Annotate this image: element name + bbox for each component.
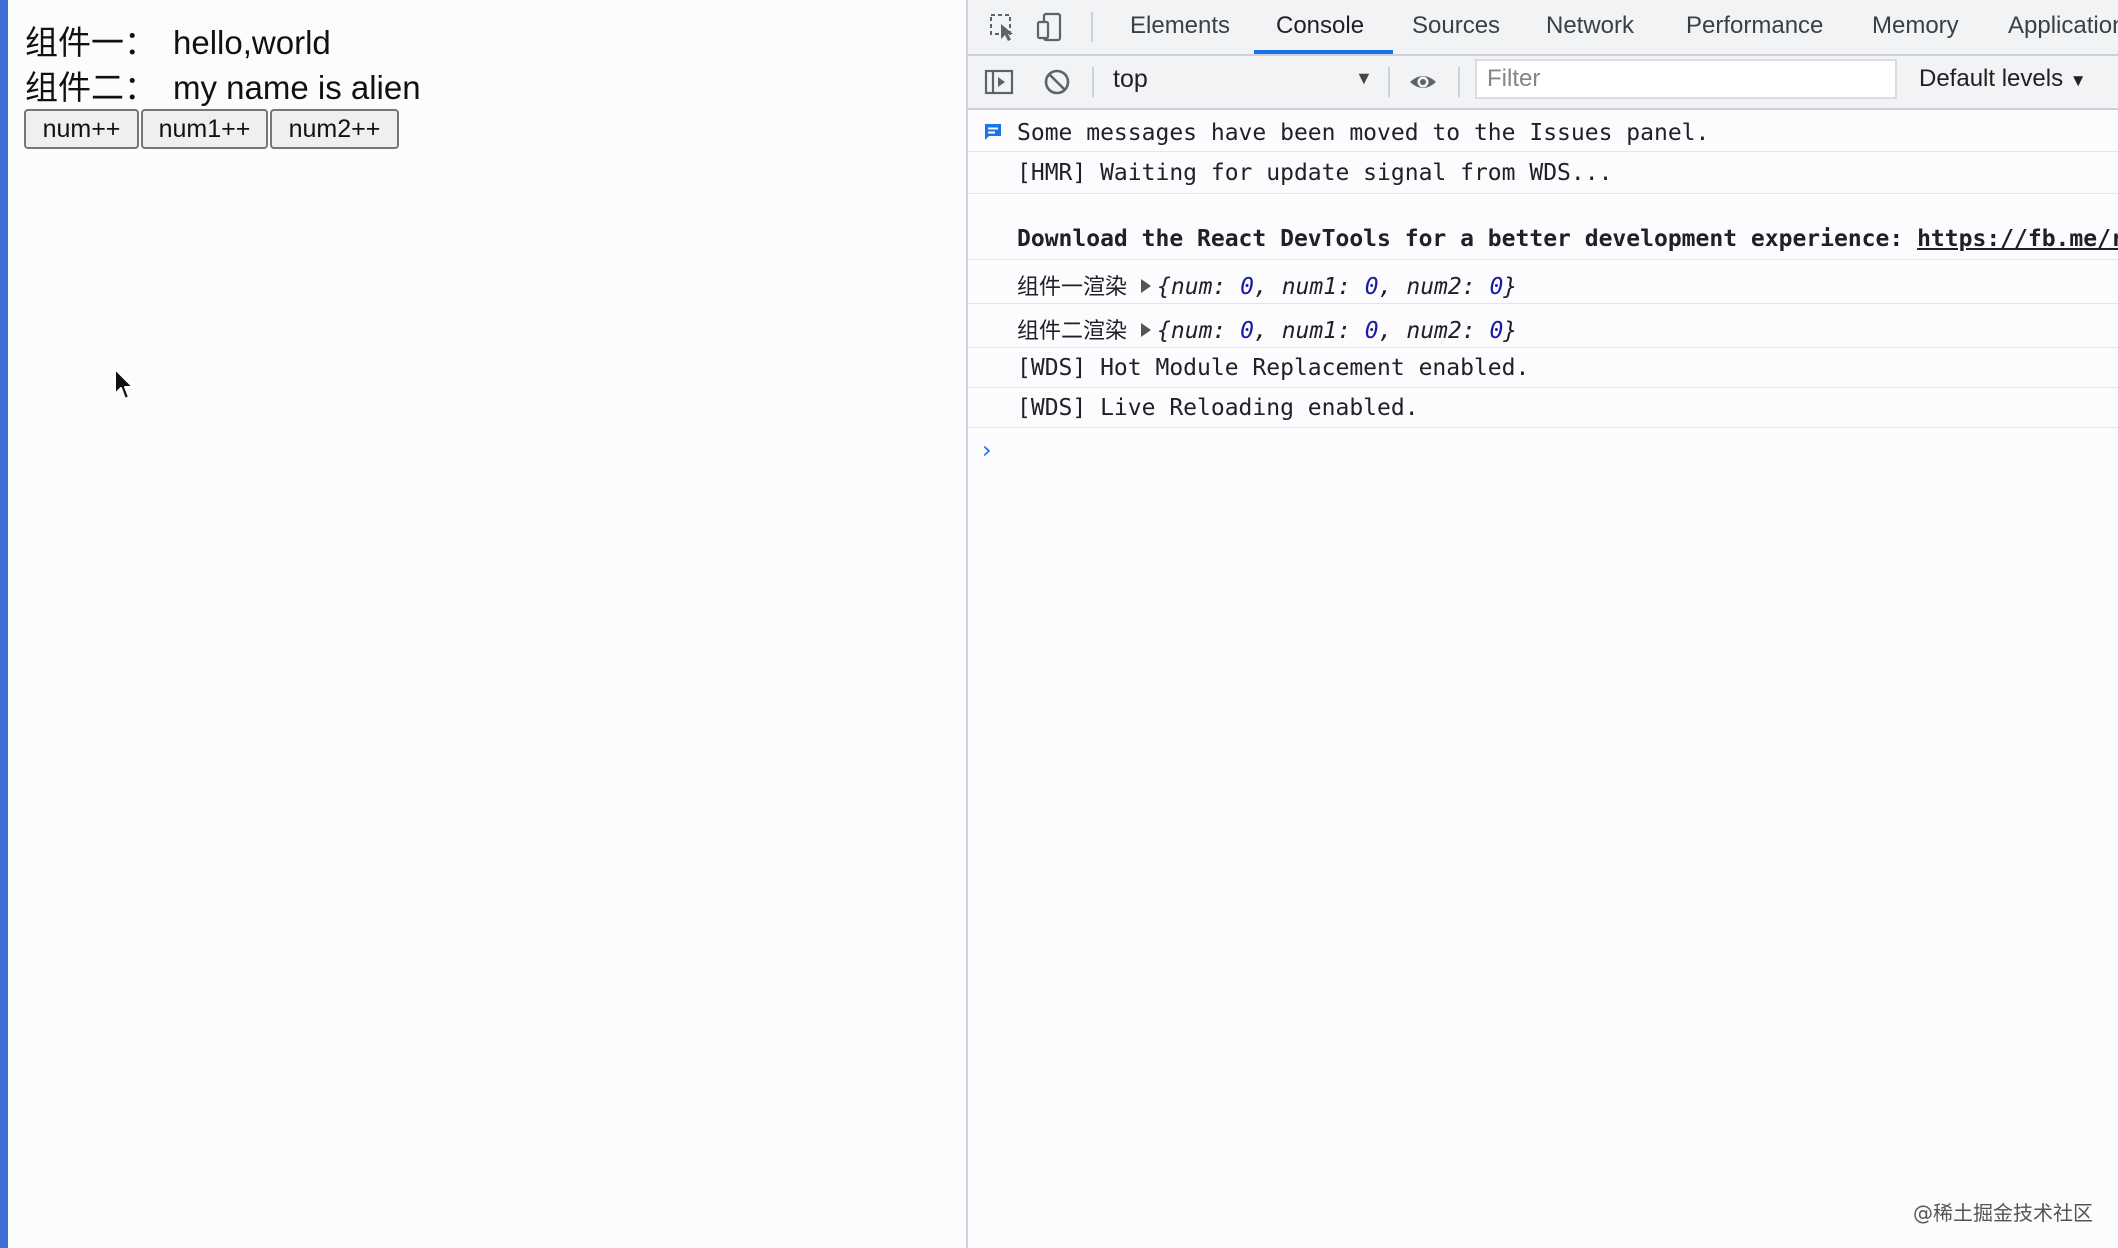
issues-message-text: Some messages have been moved to the Iss… bbox=[1017, 120, 1710, 146]
toolbar-divider bbox=[1092, 67, 1094, 97]
tab-elements[interactable]: Elements bbox=[1130, 12, 1230, 40]
object-preview[interactable]: {num: 0, num1: 0, num2: 0} bbox=[1157, 274, 1517, 300]
tab-network[interactable]: Network bbox=[1546, 12, 1634, 40]
component-two-label: 组件二： bbox=[25, 69, 157, 106]
expand-triangle-icon[interactable] bbox=[1141, 323, 1152, 337]
tabbar-divider bbox=[1091, 12, 1093, 42]
console-message: [WDS] Live Reloading enabled. bbox=[968, 388, 2118, 428]
active-tab-indicator bbox=[1254, 50, 1393, 54]
live-expression-eye-icon[interactable] bbox=[1408, 67, 1438, 97]
console-message: 组件二渲染 {num: 0, num1: 0, num2: 0} bbox=[968, 304, 2118, 348]
inspect-element-icon[interactable] bbox=[988, 12, 1018, 42]
console-message: [HMR] Waiting for update signal from WDS… bbox=[968, 152, 2118, 194]
toolbar-divider bbox=[1388, 67, 1390, 97]
component-two-value: my name is alien bbox=[173, 69, 421, 106]
log-levels-label: Default levels bbox=[1919, 65, 2064, 92]
watermark: @稀土掘金技术社区 bbox=[1913, 1201, 2093, 1225]
toolbar-divider bbox=[1458, 67, 1460, 97]
filter-input[interactable] bbox=[1475, 59, 1897, 99]
console-toolbar: top ▼ Default levels ▼ bbox=[968, 56, 2118, 110]
hmr-message-text: [HMR] Waiting for update signal from WDS… bbox=[1017, 160, 1613, 186]
log-entry: 组件二渲染 {num: 0, num1: 0, num2: 0} bbox=[1017, 313, 1517, 345]
log-label: 组件二渲染 bbox=[1017, 319, 1128, 344]
expand-triangle-icon[interactable] bbox=[1141, 279, 1152, 293]
devtools-tabbar: Elements Console Sources Network Perform… bbox=[968, 0, 2118, 56]
context-selector[interactable]: top bbox=[1113, 65, 1148, 94]
issues-message-icon bbox=[985, 124, 1001, 140]
log-levels-dropdown[interactable]: Default levels ▼ bbox=[1919, 65, 2087, 93]
mouse-cursor-icon bbox=[114, 368, 134, 400]
wds-reload-message: [WDS] Live Reloading enabled. bbox=[1017, 395, 1419, 421]
console-message: Download the React DevTools for a better… bbox=[968, 194, 2118, 260]
clear-console-icon[interactable] bbox=[1042, 67, 1072, 97]
component-one-value: hello,world bbox=[173, 24, 331, 61]
component-one-line: 组件一： hello,world bbox=[25, 16, 331, 64]
console-message: Some messages have been moved to the Iss… bbox=[968, 110, 2118, 152]
console-prompt[interactable]: › bbox=[968, 428, 2118, 468]
show-sidebar-icon[interactable] bbox=[984, 67, 1014, 97]
num-increment-button[interactable]: num++ bbox=[24, 109, 139, 149]
wds-hmr-message: [WDS] Hot Module Replacement enabled. bbox=[1017, 355, 1530, 381]
prompt-chevron-icon: › bbox=[982, 436, 992, 464]
tab-memory[interactable]: Memory bbox=[1872, 12, 1959, 40]
tab-sources[interactable]: Sources bbox=[1412, 12, 1500, 40]
react-devtools-link[interactable]: https://fb.me/react-devtools bbox=[1917, 226, 2118, 252]
page-viewport: 组件一： hello,world 组件二： my name is alien num… bbox=[8, 0, 966, 1248]
react-devtools-text: Download the React DevTools for a better… bbox=[1017, 226, 1918, 252]
tab-performance[interactable]: Performance bbox=[1686, 12, 1823, 40]
component-two-line: 组件二： my name is alien bbox=[25, 61, 421, 109]
component-one-label: 组件一： bbox=[25, 24, 157, 61]
num2-increment-button[interactable]: num2++ bbox=[270, 109, 399, 149]
console-message: 组件一渲染 {num: 0, num1: 0, num2: 0} bbox=[968, 260, 2118, 304]
window-edge bbox=[0, 0, 8, 1248]
log-label: 组件一渲染 bbox=[1017, 275, 1128, 300]
console-messages: Some messages have been moved to the Iss… bbox=[968, 110, 2118, 468]
object-preview[interactable]: {num: 0, num1: 0, num2: 0} bbox=[1157, 318, 1517, 344]
tab-console[interactable]: Console bbox=[1276, 12, 1364, 40]
console-message: [WDS] Hot Module Replacement enabled. bbox=[968, 348, 2118, 388]
devtools-panel: Elements Console Sources Network Perform… bbox=[966, 0, 2118, 1248]
react-devtools-message: Download the React DevTools for a better… bbox=[1017, 226, 2118, 252]
button-row: num++ num1++ num2++ bbox=[24, 109, 401, 149]
context-dropdown-arrow-icon[interactable]: ▼ bbox=[1355, 68, 1373, 89]
chevron-down-icon: ▼ bbox=[2069, 71, 2087, 90]
log-entry: 组件一渲染 {num: 0, num1: 0, num2: 0} bbox=[1017, 269, 1517, 301]
device-toolbar-icon[interactable] bbox=[1035, 12, 1065, 42]
num1-increment-button[interactable]: num1++ bbox=[141, 109, 268, 149]
tab-application[interactable]: Application bbox=[2008, 12, 2118, 40]
